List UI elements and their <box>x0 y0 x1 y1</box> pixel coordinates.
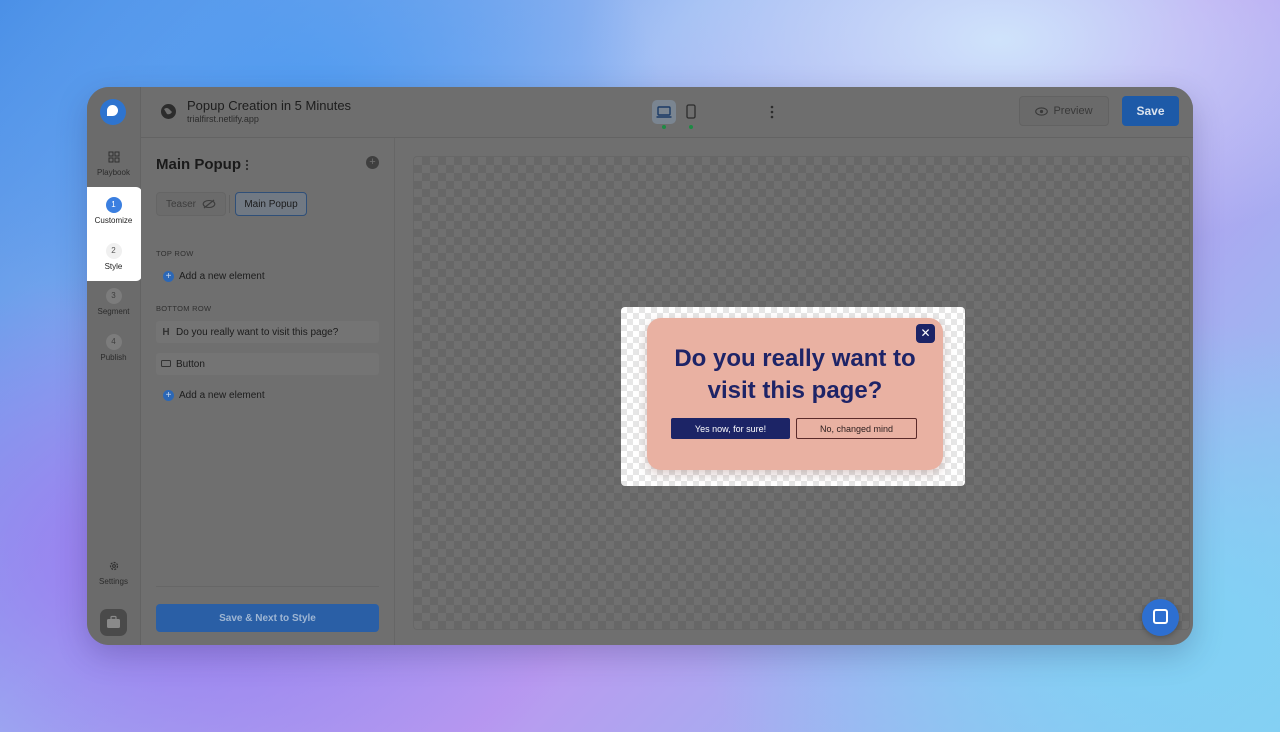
rail-item-label: Playbook <box>97 168 130 177</box>
top-row-label: TOP ROW <box>156 249 194 258</box>
desktop-status-dot <box>662 125 666 129</box>
briefcase-icon[interactable] <box>100 609 127 636</box>
chat-button[interactable] <box>1142 599 1179 636</box>
top-bar: Popup Creation in 5 Minutes trialfirst.n… <box>141 87 1193 138</box>
tab-divider <box>229 195 230 213</box>
panel-title: Main Popup <box>156 156 241 173</box>
preview-label: Preview <box>1053 105 1093 117</box>
add-element-label: Add a new element <box>179 390 265 401</box>
panel-more-icon[interactable] <box>244 158 250 172</box>
mobile-status-dot <box>689 125 693 129</box>
close-icon[interactable]: ✕ <box>916 324 935 343</box>
eye-icon <box>1035 106 1049 116</box>
tab-teaser[interactable]: Teaser <box>156 192 226 216</box>
element-label: Do you really want to visit this page? <box>176 326 339 338</box>
tab-label: Teaser <box>165 198 196 210</box>
mobile-view-icon[interactable] <box>682 100 700 124</box>
eye-off-icon <box>202 199 216 209</box>
site-url: trialfirst.netlify.app <box>187 114 259 124</box>
save-next-button[interactable]: Save & Next to Style <box>156 604 379 632</box>
briefcase-glyph <box>107 615 120 628</box>
phone-glyph <box>686 104 696 119</box>
app-logo-icon[interactable] <box>100 99 126 125</box>
rail-item-label: Settings <box>99 577 128 586</box>
active-steps-highlight: 1 Customize 2 Style <box>87 187 142 281</box>
plus-circle-icon: + <box>163 271 174 282</box>
desktop-view-icon[interactable] <box>652 100 676 124</box>
save-button[interactable]: Save <box>1122 96 1179 126</box>
rail-step-segment[interactable]: 3 Segment <box>87 288 140 316</box>
add-element-bottom-button[interactable]: + Add a new element <box>163 390 265 401</box>
step-number: 2 <box>105 243 122 259</box>
add-element-label: Add a new element <box>179 271 265 282</box>
element-row-button[interactable]: Button <box>156 353 379 375</box>
step-number: 1 <box>105 197 122 213</box>
page-title: Popup Creation in 5 Minutes <box>187 98 352 113</box>
chat-icon <box>1153 609 1168 624</box>
rail-item-playbook[interactable]: Playbook <box>87 151 140 177</box>
button-icon <box>156 359 176 370</box>
step-label: Customize <box>94 216 133 225</box>
element-label: Button <box>176 358 205 370</box>
tab-main-popup[interactable]: Main Popup <box>235 192 307 216</box>
panel-divider <box>156 586 379 587</box>
step-number: 3 <box>105 288 122 304</box>
popup-card[interactable]: ✕ Do you really want to visit this page?… <box>647 318 943 470</box>
rail-step-style[interactable]: 2 Style <box>87 243 140 271</box>
element-row-heading[interactable]: H Do you really want to visit this page? <box>156 321 379 343</box>
plus-circle-icon: + <box>163 390 174 401</box>
step-label: Publish <box>100 353 127 362</box>
globe-icon <box>161 104 176 119</box>
more-options-icon[interactable] <box>768 103 776 121</box>
laptop-glyph <box>656 106 672 118</box>
gear-icon <box>109 561 118 571</box>
heading-icon: H <box>162 326 170 338</box>
popup-preview-frame: ✕ Do you really want to visit this page?… <box>621 307 965 486</box>
bottom-row-label: BOTTOM ROW <box>156 304 212 313</box>
no-button[interactable]: No, changed mind <box>796 418 917 439</box>
rail-step-customize[interactable]: 1 Customize <box>87 197 140 225</box>
rail-step-publish[interactable]: 4 Publish <box>87 334 140 362</box>
popup-heading[interactable]: Do you really want to visit this page? <box>657 343 933 407</box>
rail-item-settings[interactable]: Settings <box>87 560 140 586</box>
step-number: 4 <box>105 334 122 350</box>
left-rail: Playbook 1 Customize 2 Style 3 Segment 4… <box>87 87 142 645</box>
add-popup-icon[interactable]: + <box>366 156 379 169</box>
step-label: Style <box>104 262 123 271</box>
preview-button[interactable]: Preview <box>1019 96 1109 126</box>
step-label: Segment <box>97 307 130 316</box>
yes-button[interactable]: Yes now, for sure! <box>671 418 790 439</box>
add-element-top-button[interactable]: + Add a new element <box>163 271 265 282</box>
grid-icon <box>108 151 119 163</box>
